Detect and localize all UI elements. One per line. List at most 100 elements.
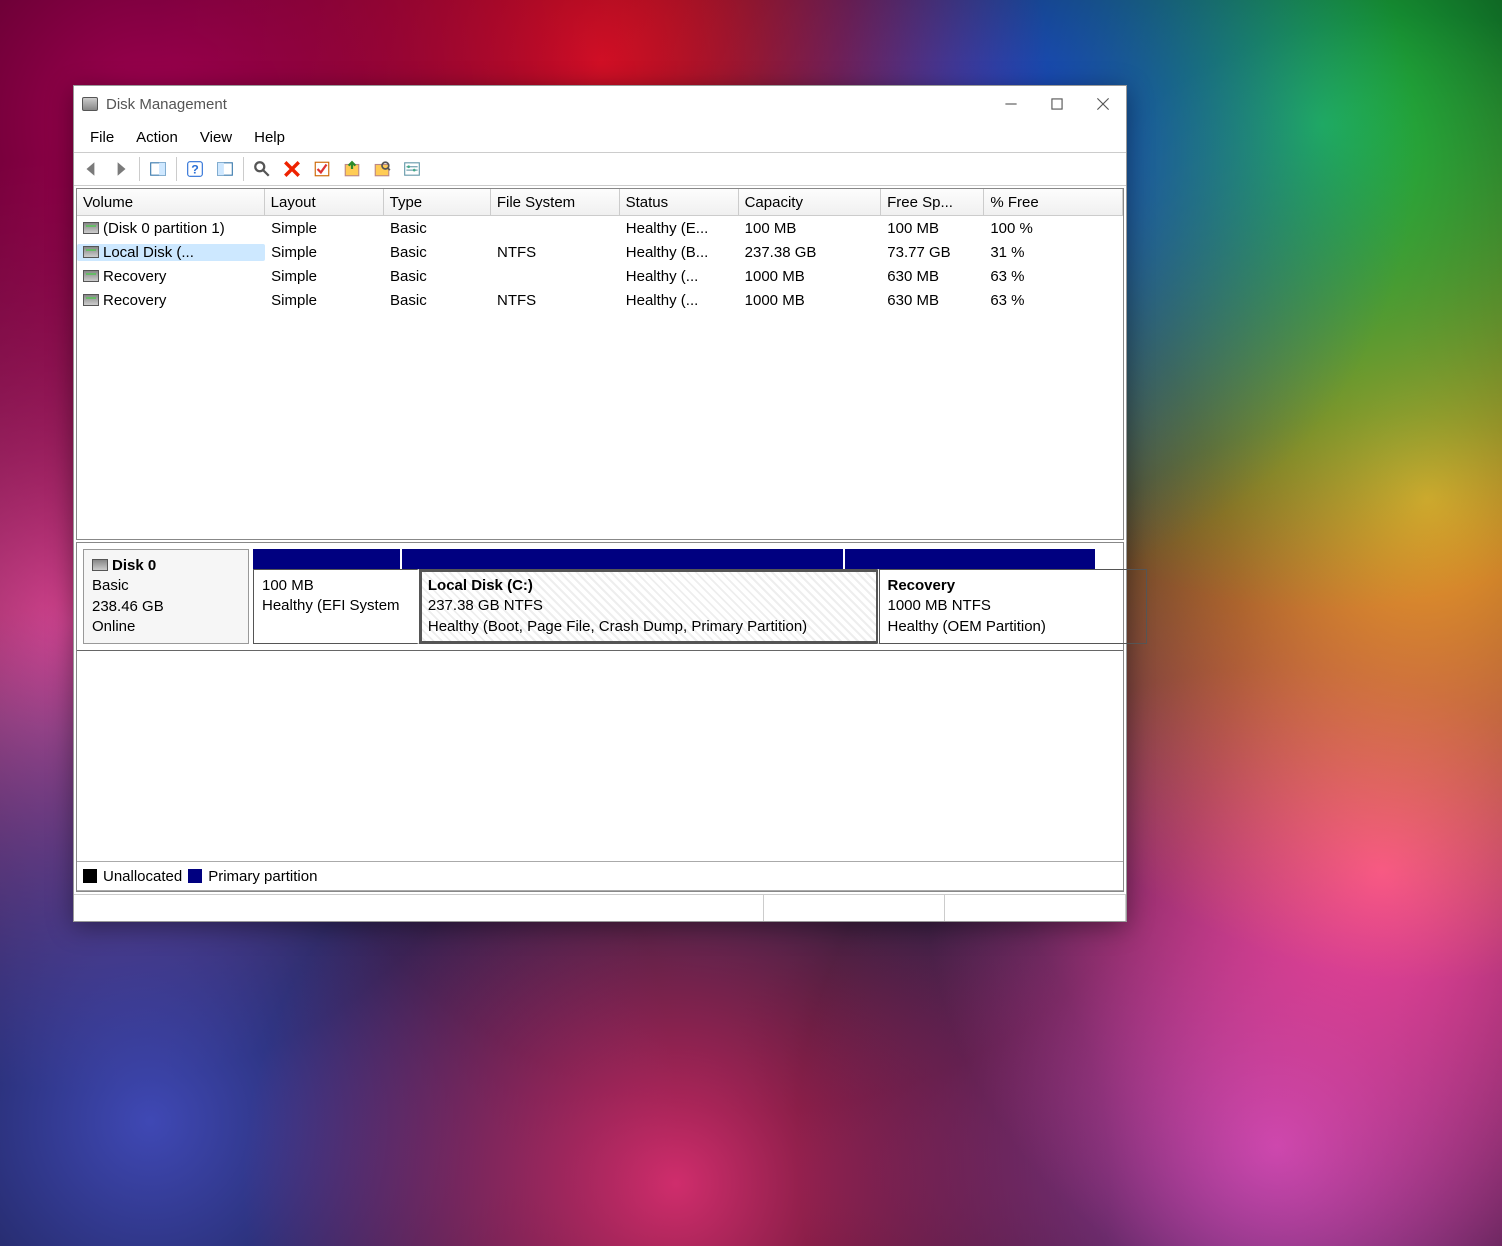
cell: Basic — [384, 244, 491, 261]
menu-action[interactable]: Action — [128, 127, 186, 148]
col-filesystem[interactable]: File System — [491, 189, 620, 215]
window-controls — [988, 88, 1126, 120]
col-status[interactable]: Status — [620, 189, 739, 215]
volume-row[interactable]: RecoverySimpleBasicHealthy (...1000 MB63… — [77, 264, 1123, 288]
refresh-button[interactable] — [248, 155, 276, 183]
show-hide-action-pane-button[interactable] — [211, 155, 239, 183]
cell: 100 % — [984, 220, 1123, 237]
show-hide-console-button[interactable] — [144, 155, 172, 183]
cell: NTFS — [491, 292, 620, 309]
forward-button[interactable] — [107, 155, 135, 183]
disk-icon — [92, 559, 108, 571]
cell: 1000 MB — [739, 292, 882, 309]
menu-help[interactable]: Help — [246, 127, 293, 148]
cell: 63 % — [984, 292, 1123, 309]
cell: Simple — [265, 220, 384, 237]
cell: 630 MB — [881, 292, 984, 309]
disk-info-box[interactable]: Disk 0 Basic 238.46 GB Online — [83, 549, 249, 644]
partition-box[interactable]: Recovery1000 MB NTFSHealthy (OEM Partiti… — [879, 569, 1148, 644]
partition-bar — [253, 549, 1117, 569]
volume-row[interactable]: (Disk 0 partition 1)SimpleBasic Healthy (… — [77, 216, 1123, 240]
partition-box[interactable]: Local Disk (C:)237.38 GB NTFSHealthy (Bo… — [419, 569, 879, 644]
cell: Basic — [384, 220, 491, 237]
volume-row[interactable]: RecoverySimpleBasicNTFSHealthy (...1000 … — [77, 288, 1123, 312]
legend-primary-label: Primary partition — [208, 868, 317, 885]
cell: Simple — [265, 268, 384, 285]
window: Disk Management File Action View Help ? — [73, 85, 1127, 922]
app-icon — [82, 97, 98, 111]
minimize-button[interactable] — [988, 88, 1034, 120]
cell: Healthy (B... — [620, 244, 739, 261]
cell: Healthy (... — [620, 268, 739, 285]
disk-row: Disk 0 Basic 238.46 GB Online 100 MBHeal… — [77, 543, 1123, 651]
toolbar-separator — [176, 157, 177, 181]
disk-map: Disk 0 Basic 238.46 GB Online 100 MBHeal… — [76, 542, 1124, 892]
disk-type: Basic — [92, 576, 240, 596]
rescan-disks-button[interactable] — [368, 155, 396, 183]
cell: Simple — [265, 292, 384, 309]
toolbar-separator — [139, 157, 140, 181]
window-title: Disk Management — [106, 96, 227, 113]
cell: 63 % — [984, 268, 1123, 285]
statusbar — [74, 894, 1126, 921]
menu-view[interactable]: View — [192, 127, 240, 148]
col-layout[interactable]: Layout — [265, 189, 384, 215]
col-type[interactable]: Type — [384, 189, 491, 215]
titlebar[interactable]: Disk Management — [74, 86, 1126, 122]
delete-button[interactable] — [278, 155, 306, 183]
properties-button[interactable] — [308, 155, 336, 183]
cell: Local Disk (... — [77, 244, 265, 261]
settings-button[interactable] — [398, 155, 426, 183]
volume-row[interactable]: Local Disk (...SimpleBasicNTFSHealthy (B… — [77, 240, 1123, 264]
disk-size: 238.46 GB — [92, 597, 240, 617]
cell: Healthy (... — [620, 292, 739, 309]
col-capacity[interactable]: Capacity — [739, 189, 882, 215]
cell: 73.77 GB — [881, 244, 984, 261]
disk-map-empty — [77, 651, 1123, 861]
close-button[interactable] — [1080, 88, 1126, 120]
cell: 237.38 GB — [739, 244, 882, 261]
toolbar: ? — [74, 153, 1126, 186]
cell: 630 MB — [881, 268, 984, 285]
back-button[interactable] — [77, 155, 105, 183]
cell: Simple — [265, 244, 384, 261]
col-pct-free[interactable]: % Free — [984, 189, 1123, 215]
cell: NTFS — [491, 244, 620, 261]
disk-state: Online — [92, 617, 240, 637]
cell: Recovery — [77, 292, 265, 309]
col-volume[interactable]: Volume — [77, 189, 265, 215]
status-pane-3 — [945, 895, 1126, 921]
partition-bar-segment — [253, 549, 402, 569]
attach-vhd-button[interactable] — [338, 155, 366, 183]
maximize-button[interactable] — [1034, 88, 1080, 120]
partition-column: 100 MBHealthy (EFI SystemLocal Disk (C:)… — [253, 549, 1117, 644]
legend-primary-swatch — [188, 869, 202, 883]
volume-list-body: (Disk 0 partition 1)SimpleBasicHealthy (… — [77, 216, 1123, 539]
help-button[interactable]: ? — [181, 155, 209, 183]
menubar: File Action View Help — [74, 122, 1126, 153]
cell: 100 MB — [881, 220, 984, 237]
legend-unallocated-label: Unallocated — [103, 868, 182, 885]
partition-box[interactable]: 100 MBHealthy (EFI System — [253, 569, 419, 644]
legend: Unallocated Primary partition — [77, 861, 1123, 891]
cell: Recovery — [77, 268, 265, 285]
cell: 1000 MB — [739, 268, 882, 285]
volume-list-header: Volume Layout Type File System Status Ca… — [77, 189, 1123, 216]
cell: 31 % — [984, 244, 1123, 261]
partition-boxes: 100 MBHealthy (EFI SystemLocal Disk (C:)… — [253, 569, 1117, 644]
menu-file[interactable]: File — [82, 127, 122, 148]
partition-bar-segment — [845, 549, 1096, 569]
cell: (Disk 0 partition 1) — [77, 220, 265, 237]
svg-text:?: ? — [191, 163, 199, 177]
cell: Basic — [384, 292, 491, 309]
cell: Basic — [384, 268, 491, 285]
cell: 100 MB — [739, 220, 882, 237]
disk-name: Disk 0 — [112, 557, 156, 574]
volume-list: Volume Layout Type File System Status Ca… — [76, 188, 1124, 540]
partition-bar-segment — [402, 549, 845, 569]
status-pane-1 — [74, 895, 764, 921]
toolbar-separator — [243, 157, 244, 181]
col-freespace[interactable]: Free Sp... — [881, 189, 984, 215]
status-pane-2 — [764, 895, 945, 921]
cell: Healthy (E... — [620, 220, 739, 237]
